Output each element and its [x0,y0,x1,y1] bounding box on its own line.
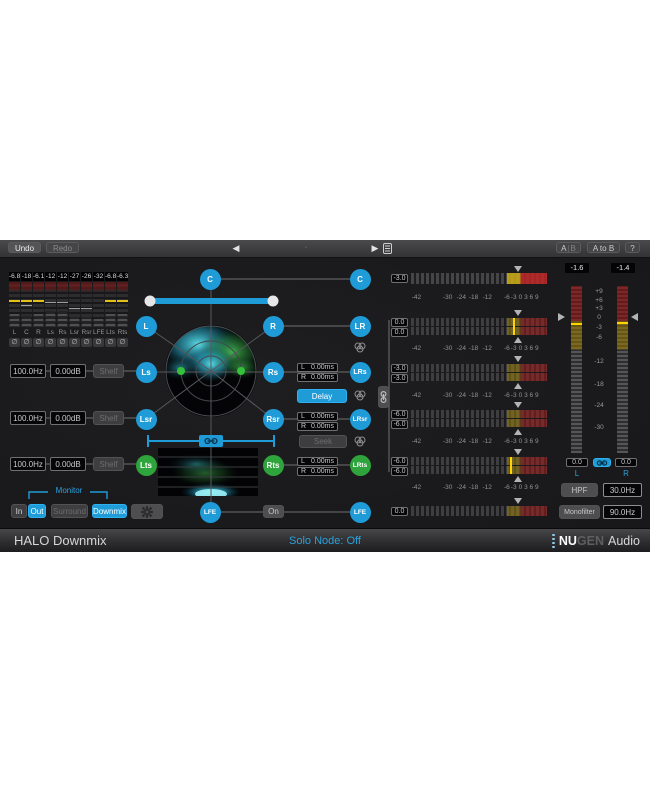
pan-dot-left[interactable] [177,367,185,375]
node-center-out[interactable]: C [349,268,371,290]
node-left-surround-rear[interactable]: Lsr [135,408,157,430]
node-right-top[interactable]: Rts [262,454,284,476]
delay-mode-button[interactable]: Delay [297,389,347,403]
link-icon [380,390,387,404]
solo-listen-icon[interactable] [353,436,367,447]
delay-l-field[interactable]: L 0.00ms [297,412,338,421]
delay-r-field[interactable]: R 0.00ms [297,373,338,382]
delay-r-field[interactable]: R 0.00ms [297,422,338,431]
node-left[interactable]: L [135,315,157,337]
gain-link-button[interactable] [378,386,389,408]
monitor-bracket [28,491,108,499]
peak-hold-tick [510,457,512,474]
pan-dot-right[interactable] [237,367,245,375]
delay-r-field[interactable]: R 0.00ms [297,467,338,476]
surround-field[interactable] [156,316,264,417]
divergence-link-button[interactable] [199,435,223,447]
node-right-surround[interactable]: Rs [262,361,284,383]
node-lr-out[interactable]: LR [349,315,371,337]
peak-hold-line [571,323,582,325]
node-lrs-out[interactable]: LRs [349,361,371,383]
lfe-on-button[interactable]: On [263,505,284,518]
delay-l-field[interactable]: L 0.00ms [297,363,338,372]
solo-listen-icon[interactable] [353,342,367,353]
peak-hold-line [617,322,628,324]
node-lrsr-out[interactable]: LRsr [349,408,371,430]
peak-hold-tick [513,318,515,335]
node-right[interactable]: R [262,315,284,337]
halo-downmix-plugin-window: Undo Redo ◀ · ▶ A|B A to B ? -6.8 -18 -6… [0,240,650,552]
node-lfe-out[interactable]: LFE [349,501,371,523]
height-meter-display [158,448,258,496]
node-left-surround[interactable]: Ls [135,361,157,383]
node-left-top[interactable]: Lts [135,454,157,476]
seek-button[interactable]: Seek [299,435,347,448]
solo-listen-icon[interactable] [353,390,367,401]
page: Undo Redo ◀ · ▶ A|B A to B ? -6.8 -18 -6… [0,0,650,794]
node-center-in[interactable]: C [199,268,221,290]
node-lfe-in[interactable]: LFE [199,501,221,523]
node-right-surround-rear[interactable]: Rsr [262,408,284,430]
node-lrts-out[interactable]: LRts [349,454,371,476]
delay-l-field[interactable]: L 0.00ms [297,457,338,466]
